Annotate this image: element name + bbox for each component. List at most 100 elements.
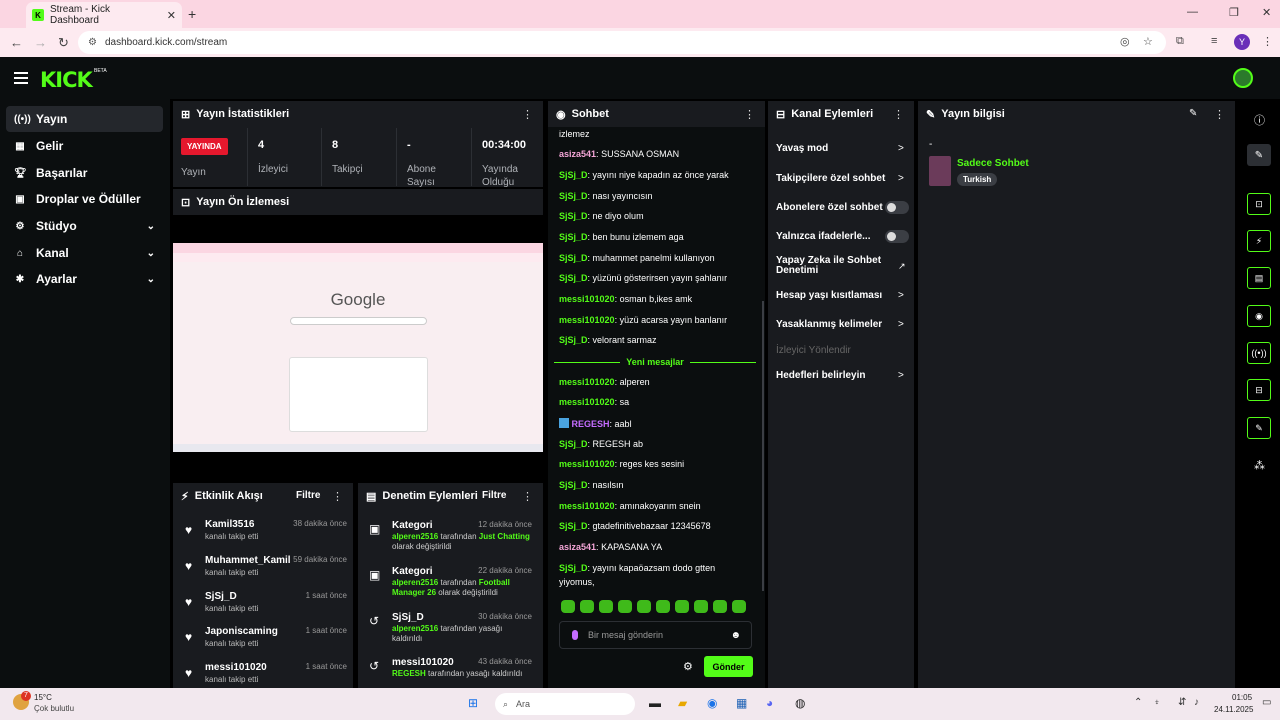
emote-icon[interactable]	[713, 600, 727, 613]
usb-icon[interactable]: ⍖	[1154, 697, 1160, 708]
close-window-icon[interactable]: ✕	[1262, 6, 1271, 19]
reading-list-icon[interactable]: ≡	[1211, 35, 1217, 47]
discord-icon[interactable]: ◕	[766, 696, 773, 710]
activity-user[interactable]: SjSj_D	[205, 591, 237, 602]
windows-start-icon[interactable]: ⊞	[468, 696, 478, 710]
emote-icon[interactable]	[694, 600, 708, 613]
sidebar-item-gelir[interactable]: ▦ Gelir	[6, 133, 163, 159]
browser-tab[interactable]: K Stream - Kick Dashboard ✕	[26, 2, 182, 28]
wrench-rail-icon[interactable]: ✎	[1247, 417, 1271, 439]
chevron-right-icon[interactable]: >	[898, 370, 904, 381]
edit-rail-button[interactable]: ✎	[1247, 144, 1271, 166]
emote-icon[interactable]	[675, 600, 689, 613]
app-icon[interactable]: ◍	[795, 696, 805, 710]
channel-actions-menu-icon[interactable]: ⋮	[893, 108, 904, 121]
tray-chevron-icon[interactable]: ⌃	[1134, 697, 1142, 708]
activity-user[interactable]: Kamil3516	[205, 519, 254, 530]
chat-rail-icon[interactable]: ◉	[1247, 305, 1271, 327]
action-goals[interactable]: Hedefleri belirleyin	[776, 370, 865, 381]
category-thumbnail[interactable]	[929, 156, 951, 186]
store-icon[interactable]: ▦	[736, 696, 747, 710]
forward-icon[interactable]: →	[34, 35, 47, 50]
action-account-age[interactable]: Hesap yaşı kısıtlaması	[776, 290, 882, 301]
moderation-target: messi101020	[392, 657, 454, 668]
emote-icon[interactable]	[732, 600, 746, 613]
activity-user[interactable]: messi101020	[205, 662, 267, 673]
taskbar-search[interactable]: ⌕ Ara	[495, 693, 635, 715]
external-link-icon[interactable]: ↗	[898, 261, 906, 272]
emote-icon[interactable]	[580, 600, 594, 613]
restore-icon[interactable]: ❐	[1229, 6, 1239, 19]
browser-profile-avatar[interactable]: Y	[1234, 34, 1250, 50]
task-view-icon[interactable]: ▬	[649, 696, 661, 710]
emotes-only-toggle[interactable]	[885, 230, 909, 243]
action-ai-moderation[interactable]: Yapay Zeka ile Sohbet Denetimi	[776, 256, 886, 276]
chevron-right-icon[interactable]: >	[898, 173, 904, 184]
moderation-menu-icon[interactable]: ⋮	[522, 490, 533, 503]
network-icon[interactable]: ⇵	[1178, 697, 1186, 708]
sidebar-item-kanal[interactable]: ⌂ Kanal ⌄	[6, 240, 163, 266]
volume-icon[interactable]: ♪	[1194, 697, 1199, 708]
chat-scrollbar[interactable]	[762, 301, 764, 591]
chat-menu-icon[interactable]: ⋮	[744, 108, 755, 121]
activity-user[interactable]: Muhammet_Kamil	[205, 555, 291, 566]
broadcast-rail-icon[interactable]: ((•))	[1247, 342, 1271, 364]
minimize-icon[interactable]: —	[1187, 6, 1198, 18]
eye-off-icon[interactable]: ◎	[1120, 35, 1130, 48]
emote-icon[interactable]	[561, 600, 575, 613]
stream-info-menu-icon[interactable]: ⋮	[1214, 108, 1225, 121]
sidebar-item-droplar[interactable]: ▣ Droplar ve Ödüller	[6, 186, 163, 212]
file-explorer-icon[interactable]: ▰	[678, 696, 687, 710]
chevron-right-icon[interactable]: >	[898, 143, 904, 154]
bolt-rail-icon[interactable]: ⚡︎	[1247, 230, 1271, 252]
chat-input-placeholder: Bir mesaj gönderin	[588, 630, 664, 640]
user-avatar[interactable]	[1233, 68, 1253, 88]
site-info-icon[interactable]: ⚙	[88, 37, 97, 48]
chat-input[interactable]: Bir mesaj gönderin ☻	[559, 621, 752, 649]
extensions-icon[interactable]: ⧉	[1176, 35, 1184, 48]
activity-user[interactable]: Japoniscaming	[205, 626, 278, 637]
emote-icon[interactable]	[599, 600, 613, 613]
moderation-filter-button[interactable]: Filtre	[482, 490, 506, 501]
list-rail-icon[interactable]: ▤	[1247, 267, 1271, 289]
sidebar-item-basarilar[interactable]: 🏆︎ Başarılar	[6, 160, 163, 186]
chat-settings-gear-icon[interactable]: ⚙	[683, 660, 693, 673]
bookmark-star-icon[interactable]: ☆	[1143, 35, 1153, 48]
chevron-right-icon[interactable]: >	[898, 319, 904, 330]
category-link[interactable]: Sadece Sohbet	[957, 158, 1029, 169]
actions-rail-icon[interactable]: ⊟	[1247, 379, 1271, 401]
action-banned-words[interactable]: Yasaklanmış kelimeler	[776, 319, 882, 330]
microphone-icon[interactable]	[572, 630, 578, 640]
kick-logo[interactable]: KICK	[40, 68, 93, 92]
stats-title: Yayın İstatistikleri	[196, 108, 290, 120]
action-followers-only[interactable]: Takipçilere özel sohbet	[776, 173, 885, 184]
preview-rail-icon[interactable]: ⊡	[1247, 193, 1271, 215]
info-icon[interactable]: ⓘ	[1254, 112, 1265, 128]
hamburger-menu-icon[interactable]	[14, 72, 28, 84]
emote-icon[interactable]	[618, 600, 632, 613]
emote-icon[interactable]	[656, 600, 670, 613]
sidebar-item-ayarlar[interactable]: ✱ Ayarlar ⌄	[6, 266, 163, 292]
new-tab-icon[interactable]: +	[188, 6, 196, 22]
menu-dots-icon[interactable]: ⋮	[1262, 35, 1273, 48]
stats-menu-icon[interactable]: ⋮	[522, 108, 533, 121]
notifications-icon[interactable]: ▭	[1262, 697, 1271, 708]
reload-icon[interactable]: ↻	[58, 35, 69, 51]
activity-filter-button[interactable]: Filtre	[296, 490, 320, 501]
action-slow-mode[interactable]: Yavaş mod	[776, 143, 828, 154]
activity-menu-icon[interactable]: ⋮	[332, 490, 343, 503]
emoji-icon[interactable]: ☻	[730, 630, 741, 641]
close-tab-icon[interactable]: ✕	[167, 9, 176, 22]
edit-pencil-icon[interactable]: ✎	[1189, 108, 1197, 119]
send-button[interactable]: Gönder	[704, 656, 753, 677]
add-widget-icon[interactable]: ⁂	[1254, 459, 1265, 472]
chrome-icon[interactable]: ◉	[707, 696, 717, 710]
back-icon[interactable]: ←	[10, 35, 23, 50]
chevron-right-icon[interactable]: >	[898, 290, 904, 301]
stream-preview-video[interactable]: Google	[173, 243, 543, 452]
sidebar-item-studyo[interactable]: ⚙ Stüdyo ⌄	[6, 213, 163, 239]
emote-icon[interactable]	[637, 600, 651, 613]
sidebar-item-yayin[interactable]: ((•)) Yayın	[6, 106, 163, 132]
subscribers-only-toggle[interactable]	[885, 201, 909, 214]
url-bar[interactable]: ⚙ dashboard.kick.com/stream	[78, 31, 1166, 54]
